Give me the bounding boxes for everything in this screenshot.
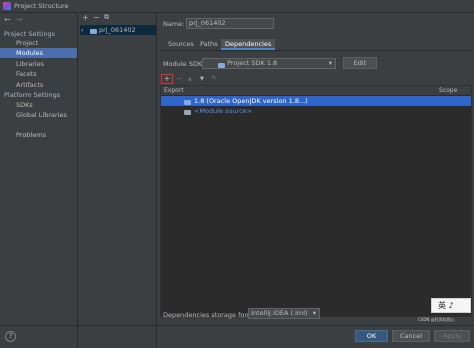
module-sdk-select[interactable]: Project SDK 1.8 ▾ <box>202 58 336 69</box>
table-header <box>161 86 471 95</box>
table-row[interactable]: 1.8 (Oracle OpenJDK version 1.8...) <box>161 96 471 106</box>
module-folder-icon <box>90 29 97 34</box>
intellij-app-icon <box>3 2 11 10</box>
table-row[interactable]: <Module source> <box>161 106 471 116</box>
footer-divider <box>0 325 474 326</box>
add-module-button[interactable]: + <box>82 13 89 22</box>
module-tree-panel <box>79 13 157 348</box>
ok-button[interactable]: OK <box>355 330 388 342</box>
module-name-input[interactable]: prj_061402 <box>186 18 274 29</box>
column-scope[interactable]: Scope <box>439 86 457 95</box>
storage-format-value: IntelliJ IDEA (.iml) <box>251 309 308 317</box>
expand-chevron-icon[interactable]: › <box>81 25 84 35</box>
forward-arrow-icon[interactable]: → <box>16 15 23 24</box>
move-down-icon[interactable]: ▼ <box>200 76 204 82</box>
add-dependency-button[interactable]: + <box>161 74 173 84</box>
module-source-label: <Module source> <box>194 107 253 115</box>
module-name[interactable]: prj_061402 <box>99 25 136 35</box>
sidebar-item-artifacts[interactable]: Artifacts <box>0 80 77 90</box>
edit-pencil-icon[interactable]: ✎ <box>211 74 217 82</box>
chevron-down-icon: ▾ <box>312 309 316 317</box>
remove-dependency-button[interactable]: − <box>176 74 183 83</box>
tab-paths[interactable]: Paths <box>196 39 222 50</box>
window-title: Project Structure <box>14 2 69 10</box>
sidebar-item-modules[interactable]: Modules <box>0 48 77 58</box>
watermark: CSDN @狂风吹我心 <box>418 317 455 322</box>
storage-format-select[interactable]: IntelliJ IDEA (.iml) ▾ <box>248 308 320 319</box>
edit-sdk-button[interactable]: Edit <box>343 57 377 69</box>
sdk-folder-icon <box>218 63 225 68</box>
move-up-icon[interactable]: ▲ <box>188 76 192 82</box>
sidebar-item-libraries[interactable]: Libraries <box>0 59 77 69</box>
name-label: Name: <box>163 20 185 28</box>
ime-indicator[interactable]: 英 ♪ <box>431 298 471 313</box>
column-export[interactable]: Export <box>164 86 184 95</box>
tab-dependencies[interactable]: Dependencies <box>221 39 276 50</box>
jdk-dependency-label: 1.8 (Oracle OpenJDK version 1.8...) <box>194 97 308 105</box>
sidebar-item-global-libraries[interactable]: Global Libraries <box>0 110 77 120</box>
chevron-down-icon: ▾ <box>328 59 332 67</box>
jdk-folder-icon <box>184 100 191 105</box>
source-folder-icon <box>184 110 191 115</box>
sidebar-item-facets[interactable]: Facets <box>0 69 77 79</box>
section-header-platform-settings: Platform Settings <box>4 91 61 99</box>
sidebar-item-project[interactable]: Project <box>0 38 77 48</box>
copy-module-icon[interactable]: ⧉ <box>104 13 109 22</box>
title-bar <box>0 0 474 13</box>
tab-sources[interactable]: Sources <box>164 39 198 50</box>
sdk-select-value: Project SDK 1.8 <box>227 59 278 67</box>
apply-button[interactable]: Apply <box>434 330 470 342</box>
remove-module-button[interactable]: − <box>93 13 100 22</box>
sidebar-item-sdks[interactable]: SDKs <box>0 100 77 110</box>
cancel-button[interactable]: Cancel <box>392 330 430 342</box>
help-button[interactable]: ? <box>5 331 16 342</box>
section-header-project-settings: Project Settings <box>4 30 55 38</box>
module-sdk-label: Module SDK: <box>163 60 205 68</box>
back-arrow-icon[interactable]: ← <box>4 15 11 24</box>
sidebar-item-problems[interactable]: Problems <box>0 130 77 140</box>
tab-divider <box>160 50 472 51</box>
dependencies-table <box>160 85 472 317</box>
